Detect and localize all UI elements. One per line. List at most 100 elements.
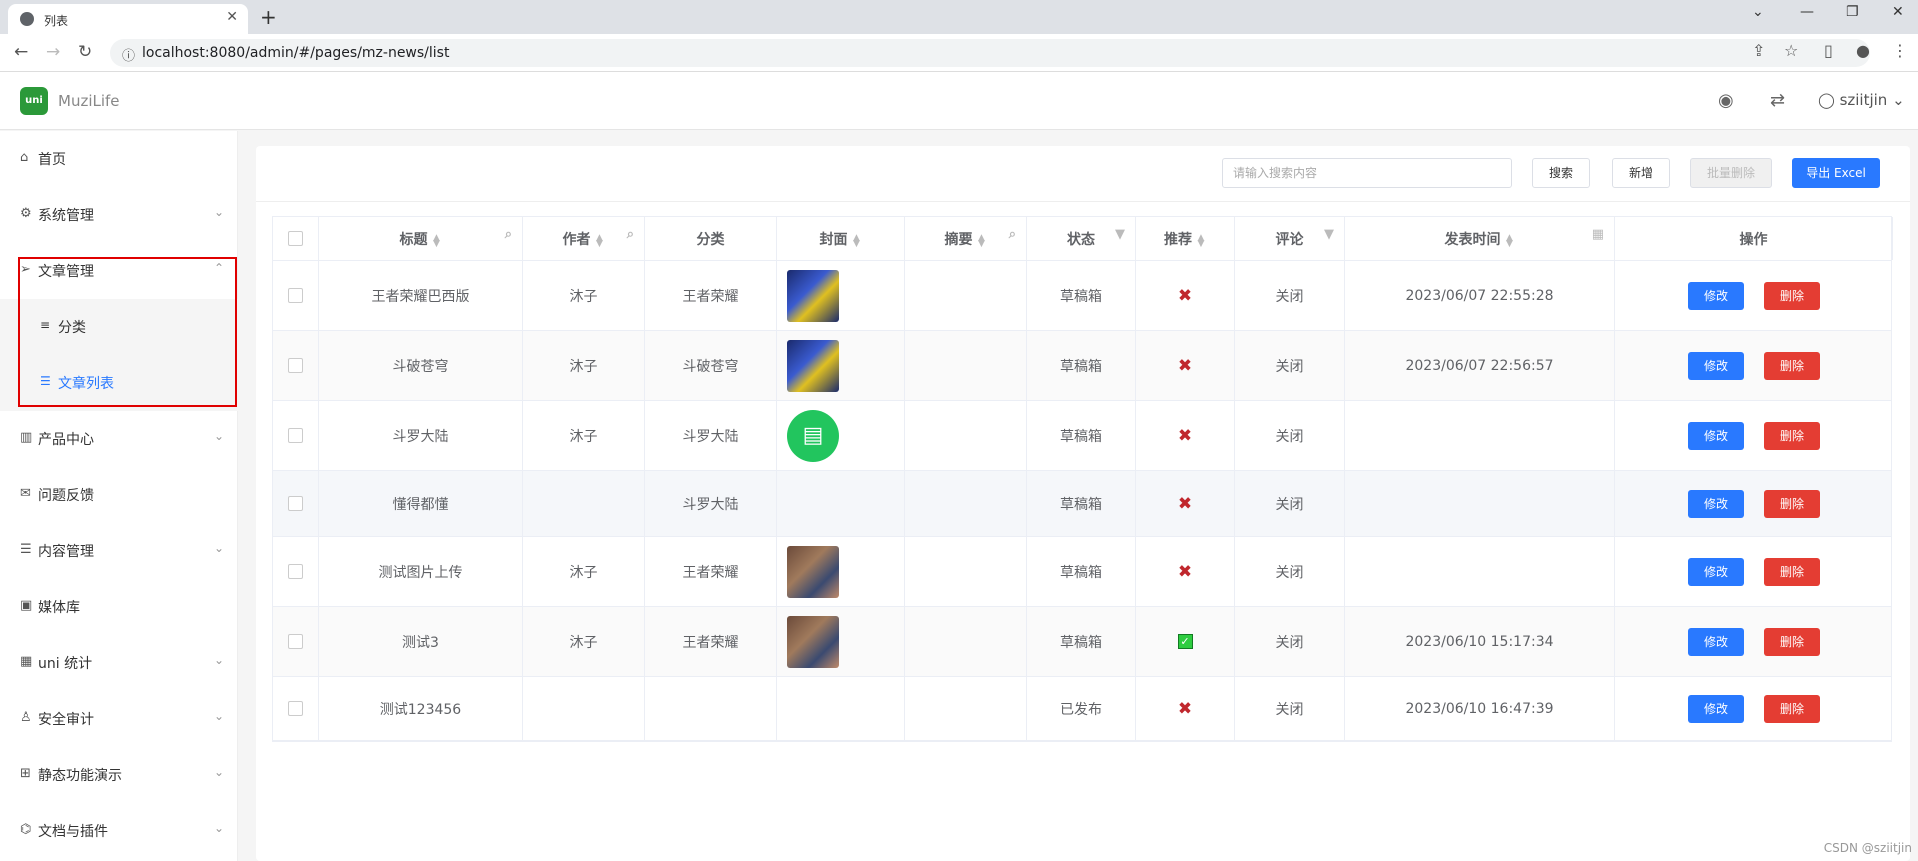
sort-icon[interactable]: ▲▼ — [432, 233, 442, 245]
search-button[interactable]: 搜索 — [1532, 158, 1590, 188]
star-icon[interactable]: ☆ — [1784, 41, 1798, 60]
search-icon[interactable]: ⌕ — [505, 227, 512, 242]
delete-button[interactable]: 删除 — [1764, 351, 1820, 380]
submenu-item-article-list[interactable]: ☰ 文章列表 — [0, 355, 238, 411]
header-col-status[interactable]: 状态 ▼ — [1027, 217, 1136, 260]
row-checkbox[interactable] — [288, 634, 303, 649]
close-window-icon[interactable]: ✕ — [1892, 4, 1904, 20]
delete-button[interactable]: 删除 — [1764, 489, 1820, 518]
row-checkbox-cell[interactable] — [273, 677, 319, 740]
logo[interactable]: uni — [20, 87, 48, 115]
sort-icon[interactable]: ▲▼ — [1505, 233, 1515, 245]
sidebar-item-media[interactable]: ▣ 媒体库 — [0, 579, 238, 635]
edit-button[interactable]: 修改 — [1688, 627, 1744, 656]
edit-button[interactable]: 修改 — [1688, 557, 1744, 586]
app-name[interactable]: MuziLife — [58, 92, 120, 110]
edit-button[interactable]: 修改 — [1688, 489, 1744, 518]
sidebar-item-feedback[interactable]: ✉ 问题反馈 — [0, 467, 238, 523]
close-tab-icon[interactable]: ✕ — [226, 9, 238, 25]
edit-button[interactable]: 修改 — [1688, 351, 1744, 380]
batch-delete-button[interactable]: 批量删除 — [1690, 158, 1772, 188]
share-icon[interactable]: ⇪ — [1752, 41, 1765, 60]
sidebar-item-products[interactable]: ▥ 产品中心 ⌄ — [0, 411, 238, 467]
delete-button[interactable]: 删除 — [1764, 557, 1820, 586]
sidebar-item-content[interactable]: ☰ 内容管理 ⌄ — [0, 523, 238, 579]
sort-icon[interactable]: ▲▼ — [852, 233, 862, 245]
sidebar-item-security[interactable]: ♙ 安全审计 ⌄ — [0, 691, 238, 747]
row-checkbox-cell[interactable] — [273, 471, 319, 536]
row-checkbox-cell[interactable] — [273, 537, 319, 606]
sort-icon[interactable]: ▲▼ — [1196, 233, 1206, 245]
header-col-cover[interactable]: 封面 ▲▼ — [777, 217, 905, 260]
search-icon[interactable]: ⌕ — [1009, 227, 1016, 242]
new-tab-icon[interactable]: + — [260, 5, 277, 29]
sort-icon[interactable]: ▲▼ — [977, 233, 987, 245]
translate-icon[interactable]: ⇄ — [1770, 90, 1785, 111]
row-checkbox[interactable] — [288, 288, 303, 303]
tab-search-icon[interactable]: ⌄ — [1752, 4, 1764, 20]
row-checkbox[interactable] — [288, 701, 303, 716]
forward-icon[interactable]: → — [46, 42, 60, 62]
row-checkbox-cell[interactable] — [273, 607, 319, 676]
select-all-checkbox[interactable] — [288, 231, 303, 246]
minimize-icon[interactable]: — — [1800, 4, 1814, 20]
export-excel-button[interactable]: 导出 Excel — [1792, 158, 1880, 188]
menu-icon[interactable]: ⋮ — [1892, 41, 1908, 60]
filter-icon[interactable]: ▼ — [1324, 227, 1334, 242]
delete-button[interactable]: 删除 — [1764, 694, 1820, 723]
cell-author: 沐子 — [523, 331, 645, 400]
cover-image[interactable] — [787, 545, 839, 598]
header-checkbox-cell[interactable] — [273, 217, 319, 260]
info-icon[interactable]: ⓘ — [122, 45, 135, 64]
user-menu[interactable]: ◯ sziitjin ⌄ — [1818, 91, 1905, 109]
sidebar-item-home[interactable]: ⌂ 首页 — [0, 131, 238, 187]
cover-image[interactable] — [787, 269, 839, 322]
row-checkbox[interactable] — [288, 496, 303, 511]
header-col-actions[interactable]: 操作 — [1615, 217, 1893, 260]
cover-image[interactable] — [787, 615, 839, 668]
edit-button[interactable]: 修改 — [1688, 421, 1744, 450]
contact-card-icon[interactable]: ▤ — [787, 409, 839, 462]
restore-icon[interactable]: ❐ — [1846, 4, 1859, 20]
chevron-down-icon: ⌄ — [213, 765, 224, 779]
add-button[interactable]: 新增 — [1612, 158, 1670, 188]
header-col-summary[interactable]: 摘要 ▲▼ ⌕ — [905, 217, 1027, 260]
search-icon[interactable]: ⌕ — [627, 227, 634, 242]
reload-icon[interactable]: ↻ — [78, 42, 92, 62]
sidebar-item-articles[interactable]: ➢ 文章管理 ⌃ — [0, 243, 238, 299]
palette-icon[interactable]: ◉ — [1718, 90, 1734, 111]
url-field[interactable]: ⓘ localhost:8080/admin/#/pages/mz-news/l… — [110, 39, 1870, 67]
header-col-comment[interactable]: 评论 ▼ — [1235, 217, 1345, 260]
row-checkbox-cell[interactable] — [273, 401, 319, 470]
row-checkbox[interactable] — [288, 358, 303, 373]
row-checkbox[interactable] — [288, 428, 303, 443]
header-col-category[interactable]: 分类 — [645, 217, 777, 260]
browser-tab[interactable]: 列表 ✕ — [8, 4, 248, 34]
header-col-recommend[interactable]: 推荐 ▲▼ — [1136, 217, 1235, 260]
sidebar-item-stats[interactable]: ▦ uni 统计 ⌄ — [0, 635, 238, 691]
cover-image[interactable] — [787, 339, 839, 392]
header-col-title[interactable]: 标题 ▲▼ ⌕ — [319, 217, 523, 260]
calendar-icon[interactable]: ▦ — [1592, 227, 1604, 242]
row-checkbox-cell[interactable] — [273, 261, 319, 330]
edit-button[interactable]: 修改 — [1688, 694, 1744, 723]
delete-button[interactable]: 删除 — [1764, 627, 1820, 656]
sidepanel-icon[interactable]: ▯ — [1824, 41, 1833, 60]
row-checkbox[interactable] — [288, 564, 303, 579]
submenu-item-category[interactable]: ≡ 分类 — [0, 299, 238, 355]
row-checkbox-cell[interactable] — [273, 331, 319, 400]
edit-button[interactable]: 修改 — [1688, 281, 1744, 310]
sort-icon[interactable]: ▲▼ — [595, 233, 605, 245]
sidebar-item-demo[interactable]: ⊞ 静态功能演示 ⌄ — [0, 747, 238, 803]
cell-status: 草稿箱 — [1027, 537, 1136, 606]
search-input[interactable] — [1222, 158, 1512, 188]
sidebar-item-system[interactable]: ⚙ 系统管理 ⌄ — [0, 187, 238, 243]
profile-icon[interactable]: ● — [1856, 41, 1870, 60]
sidebar-item-docs[interactable]: ⌬ 文档与插件 ⌄ — [0, 803, 238, 859]
header-col-time[interactable]: 发表时间 ▲▼ ▦ — [1345, 217, 1615, 260]
back-icon[interactable]: ← — [14, 42, 28, 62]
delete-button[interactable]: 删除 — [1764, 421, 1820, 450]
delete-button[interactable]: 删除 — [1764, 281, 1820, 310]
filter-icon[interactable]: ▼ — [1115, 227, 1125, 242]
header-col-author[interactable]: 作者 ▲▼ ⌕ — [523, 217, 645, 260]
